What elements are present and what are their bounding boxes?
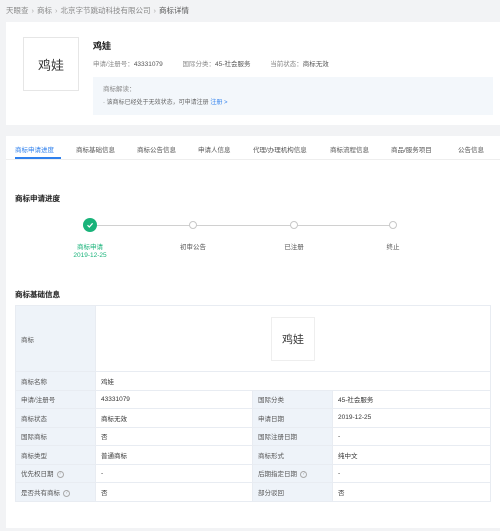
tab-agency-info[interactable]: 代理/办理机构信息	[253, 144, 307, 154]
row-value: 45-社会服务	[331, 389, 492, 409]
tab-announcements[interactable]: 公告信息	[458, 144, 484, 154]
step-label: 终止	[386, 244, 400, 251]
row-label: 商标状态	[15, 408, 96, 428]
step-label: 已注册	[284, 244, 304, 251]
table-row: 是否共有商标? 否 部分驳回 否	[15, 482, 492, 502]
row-label: 国际注册日期	[252, 426, 333, 446]
trademark-logo: 鸡娃	[23, 37, 79, 91]
reg-no-value: 43331079	[133, 61, 163, 68]
reg-no-label: 申请/注册号：	[93, 61, 134, 68]
trademark-detail-card: 商标申请进度 商标基础信息 商标公告信息 申请人信息 代理/办理机构信息 商标流…	[6, 136, 500, 528]
breadcrumb-current: 商标详情	[159, 6, 189, 15]
row-value: 普通商标	[95, 445, 253, 465]
table-row: 商标类型 普通商标 商标形式 纯中文	[15, 445, 492, 465]
row-label: 商标类型	[15, 445, 96, 465]
trademark-notice: 商标解读： · 该商标已经处于无效状态，可申请注册 注册 >	[93, 77, 493, 115]
help-icon[interactable]: ?	[300, 471, 307, 479]
intl-class-value: 45-社会服务	[215, 61, 251, 68]
tab-process-info[interactable]: 商标流程信息	[330, 144, 369, 154]
register-link[interactable]: 注册 >	[210, 100, 227, 106]
table-row: 申请/注册号 43331079 国际分类 45-社会服务	[15, 389, 492, 409]
tab-basic-info[interactable]: 商标基础信息	[76, 144, 115, 154]
breadcrumb-company-link[interactable]: 北京字节跳动科技有限公司	[61, 6, 151, 15]
row-label: 后期指定日期	[258, 471, 297, 479]
row-value: 纯中文	[331, 445, 492, 465]
tab-application-progress[interactable]: 商标申请进度	[15, 144, 54, 154]
row-value: 43331079	[95, 389, 253, 409]
row-label: 商标形式	[252, 445, 333, 465]
step-label: 初审公告	[180, 244, 206, 251]
row-value: -	[331, 426, 492, 446]
notice-title: 商标解读：	[103, 86, 136, 93]
row-value: -	[95, 463, 253, 483]
row-label: 申请日期	[252, 408, 333, 428]
logo-cell: 鸡娃	[94, 305, 492, 372]
row-value: 商标无效	[95, 408, 253, 428]
progress-track	[90, 225, 396, 226]
breadcrumb-separator: ›	[31, 6, 35, 15]
status-label: 当前状态：	[270, 61, 303, 68]
detail-tabs: 商标申请进度 商标基础信息 商标公告信息 申请人信息 代理/办理机构信息 商标流…	[6, 136, 500, 160]
trademark-name: 鸡娃	[93, 41, 112, 51]
row-value: 2019-12-25	[331, 408, 492, 428]
basic-info-section-title: 商标基础信息	[15, 290, 60, 299]
breadcrumb: 天眼查 › 商标 › 北京字节跳动科技有限公司 › 商标详情	[6, 5, 189, 16]
step-date: 2019-12-25	[73, 252, 107, 259]
intl-class-label: 国际分类：	[182, 61, 216, 68]
row-label-with-help: 是否共有商标?	[15, 482, 96, 502]
row-label: 国际商标	[15, 426, 96, 446]
tab-goods-services[interactable]: 商品/服务项目	[391, 144, 432, 154]
table-row: 商标状态 商标无效 申请日期 2019-12-25	[15, 408, 492, 428]
breadcrumb-trademark-link[interactable]: 商标	[37, 6, 52, 15]
table-row: 商标名称 鸡娃	[15, 371, 492, 391]
step-dot	[290, 221, 298, 229]
breadcrumb-separator: ›	[55, 6, 58, 15]
notice-body: · 该商标已经处于无效状态，可申请注册	[103, 100, 209, 106]
step-label: 商标申请	[77, 244, 103, 251]
row-value: 否	[95, 482, 253, 502]
table-row: 国际商标 否 国际注册日期 -	[15, 426, 492, 446]
row-label: 申请/注册号	[15, 389, 96, 409]
notice-text: · 该商标已经处于无效状态，可申请注册 注册 >	[103, 97, 228, 106]
row-value: 否	[95, 426, 253, 446]
trademark-image: 鸡娃	[271, 316, 315, 361]
table-row: 商标 鸡娃	[15, 305, 492, 372]
row-label-with-help: 后期指定日期?	[252, 463, 333, 483]
trademark-header-card: 鸡娃 鸡娃 申请/注册号：43331079 国际分类：45-社会服务 当前状态：…	[6, 22, 500, 125]
name-label: 商标名称	[15, 371, 96, 391]
row-label: 优先权日期	[21, 471, 54, 479]
progress-section-title: 商标申请进度	[15, 194, 60, 203]
row-label: 国际分类	[252, 389, 333, 409]
breadcrumb-separator: ›	[153, 6, 157, 15]
basic-info-table: 商标 鸡娃 商标名称 鸡娃 申请/注册号 43331079 国际分类 45-社会…	[15, 305, 492, 502]
row-label: 部分驳回	[252, 482, 333, 502]
row-value: 否	[331, 482, 492, 502]
row-label-with-help: 优先权日期?	[15, 463, 96, 483]
help-icon[interactable]: ?	[56, 471, 64, 479]
active-tab-indicator	[15, 157, 61, 159]
tab-applicant-info[interactable]: 申请人信息	[198, 144, 231, 154]
tab-announcement-info[interactable]: 商标公告信息	[137, 144, 176, 154]
breadcrumb-home-link[interactable]: 天眼查	[6, 6, 29, 15]
step-dot	[189, 221, 197, 229]
step-completed-check-icon	[83, 218, 97, 232]
trademark-meta: 申请/注册号：43331079 国际分类：45-社会服务 当前状态：商标无效	[93, 58, 347, 68]
status-value: 商标无效	[302, 61, 329, 68]
logo-label: 商标	[15, 305, 96, 372]
row-label: 是否共有商标	[21, 489, 60, 497]
table-row: 优先权日期? - 后期指定日期? -	[15, 463, 492, 483]
row-value: -	[331, 463, 492, 483]
name-value: 鸡娃	[94, 371, 492, 391]
help-icon[interactable]: ?	[63, 489, 70, 497]
step-dot	[389, 221, 397, 229]
